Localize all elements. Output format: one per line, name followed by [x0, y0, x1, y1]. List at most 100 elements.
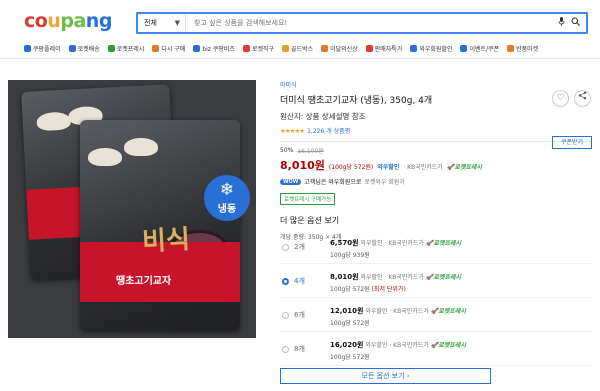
option-price: 6,570원	[330, 239, 359, 247]
option-row[interactable]: 6개 12,010원 와우할인 · KB국민카드가 🚀로켓프레시 100g당 572…	[280, 300, 592, 334]
nav-label: 와우회원할인	[419, 45, 453, 53]
option-divider	[280, 263, 592, 264]
option-price-line: 12,010원 와우할인 · KB국민카드가 🚀로켓프레시	[330, 306, 466, 316]
rocket-fresh-label: 로켓프레시	[454, 164, 482, 171]
option-radio[interactable]	[282, 278, 289, 285]
heart-icon: ♡	[556, 93, 565, 103]
card-info: · KB국민카드가	[403, 164, 443, 171]
option-radio[interactable]	[282, 244, 289, 251]
snowflake-icon: ❄	[219, 180, 235, 200]
nav-item[interactable]: 골드박스	[282, 44, 313, 53]
logo-letter: n	[85, 10, 100, 32]
package-name: 땡초고기교자	[116, 276, 172, 287]
nav-item[interactable]: 다시 구매	[152, 44, 185, 53]
coupang-logo[interactable]: coupang	[24, 10, 112, 32]
option-price: 8,010원	[330, 273, 359, 281]
discount-percent: 50%	[280, 147, 294, 154]
category-nav: 쿠팡플레이 로켓배송 로켓프레시 다시 구매 biz 쿠팡비즈 로켓직구 골드박스 이달의신상…	[0, 41, 600, 55]
nav-item[interactable]: 이달의신상	[321, 44, 358, 53]
dumpling-image	[36, 111, 72, 132]
option-row[interactable]: 2개 6,570원 와우할인 · KB국민카드가 🚀로켓프레시 100g당 939원	[280, 232, 592, 266]
nav-item[interactable]: 이벤트/쿠폰	[460, 44, 499, 53]
rocket-fresh-badge: 🚀로켓프레시	[446, 164, 482, 171]
coupon-button[interactable]: 쿠폰받기	[552, 136, 592, 149]
option-row[interactable]: 4개 8,010원 와우할인 · KB국민카드가 🚀로켓프레시 100g당 572원…	[280, 266, 592, 300]
nav-item[interactable]: 반품마켓	[507, 44, 538, 53]
nav-item[interactable]: 로켓배송	[68, 44, 100, 53]
origin-text: 원산지: 상품 상세설명 참조	[280, 112, 366, 121]
nav-icon	[460, 44, 468, 52]
search-category-select[interactable]: 전체 ▼	[138, 14, 186, 32]
nav-icon	[242, 44, 250, 52]
divider	[280, 141, 592, 142]
option-price: 16,020원	[330, 341, 364, 349]
nav-icon	[507, 44, 515, 52]
nav-label: 판매자특가	[374, 45, 403, 53]
search-icon[interactable]	[571, 17, 580, 29]
nav-icon	[193, 44, 201, 52]
share-icon	[578, 91, 587, 103]
option-row[interactable]: 8개 16,020원 와우할인 · KB국민카드가 🚀로켓프레시 100g당 572…	[280, 334, 592, 368]
share-button[interactable]	[574, 90, 591, 107]
option-unit-price: 100g당 939원	[330, 252, 370, 259]
option-qty: 2개	[294, 243, 305, 251]
nav-label: 골드박스	[291, 45, 314, 53]
logo-letter: c	[24, 10, 35, 32]
wow-badge: WOW	[280, 178, 302, 185]
member-info: 로켓와우 회원가	[364, 179, 405, 186]
nav-item[interactable]: 판매자특가	[365, 44, 403, 53]
microphone-icon[interactable]	[558, 17, 565, 29]
nav-label: 이벤트/쿠폰	[469, 45, 500, 53]
option-qty: 8개	[294, 345, 305, 353]
original-price: 16,100원	[297, 148, 324, 155]
option-lowest-label: (최저 단위가)	[371, 286, 406, 293]
option-radio[interactable]	[282, 346, 289, 353]
option-qty: 6개	[294, 311, 305, 319]
unit-price: (100g당 572원)	[328, 164, 374, 171]
product-image[interactable]: 비식 땡초고기교자 ❄ 냉동 4개	[8, 80, 256, 338]
option-rocket-label: 로켓프레시	[433, 274, 461, 281]
favorite-button[interactable]: ♡	[552, 90, 569, 107]
option-rocket-badge: 🚀로켓프레시	[430, 308, 466, 315]
nav-item[interactable]: 로켓프레시	[107, 44, 145, 53]
logo-letter: u	[47, 10, 61, 32]
package-brand: 비식	[141, 224, 191, 258]
dumpling-image	[124, 138, 158, 156]
review-count-link[interactable]: 1,226 개 상품평	[307, 126, 350, 135]
nav-item[interactable]: 쿠팡플레이	[24, 44, 61, 53]
search-input[interactable]	[186, 14, 558, 32]
price-row: 8,010원 (100g당 572원) 와우할인 · KB국민카드가 🚀로켓프레…	[280, 157, 592, 173]
nav-label: biz 쿠팡비즈	[202, 45, 235, 53]
nav-item[interactable]: biz 쿠팡비즈	[193, 44, 235, 53]
options-list: 2개 6,570원 와우할인 · KB국민카드가 🚀로켓프레시 100g당 939원…	[280, 232, 592, 368]
nav-label: 로켓배송	[77, 45, 100, 53]
all-options-button[interactable]: 모든 옵션 보기 ›	[280, 368, 491, 384]
search-bar: 전체 ▼	[136, 12, 588, 34]
nav-icon	[365, 44, 373, 52]
nav-icon	[321, 44, 329, 52]
nav-item[interactable]: 로켓직구	[242, 44, 274, 53]
rating: ★★★★★ 1,226 개 상품평	[280, 126, 592, 136]
option-rocket-label: 로켓프레시	[433, 240, 461, 247]
option-rocket-badge: 🚀로켓프레시	[425, 240, 461, 247]
nav-item[interactable]: 와우회원할인	[410, 44, 452, 53]
package-front: 비식 땡초고기교자	[80, 120, 240, 330]
fresh-purchase-badge: 로켓프레시 구매가능	[280, 193, 336, 205]
option-price-line: 8,010원 와우할인 · KB국민카드가 🚀로켓프레시	[330, 272, 461, 282]
option-rocket-badge: 🚀로켓프레시	[425, 274, 461, 281]
option-divider	[280, 365, 592, 366]
price: 8,010원	[280, 159, 325, 172]
nav-label: 쿠팡플레이	[33, 45, 61, 53]
chevron-down-icon: ▼	[174, 19, 180, 27]
option-radio[interactable]	[282, 312, 289, 319]
nav-label: 로켓프레시	[116, 45, 145, 53]
wow-text: 고객님은 와우회원으로	[304, 179, 362, 186]
option-rocket-badge: 🚀로켓프레시	[430, 342, 466, 349]
search-category-label: 전체	[144, 19, 157, 27]
nav-icon	[410, 44, 418, 52]
brand-link[interactable]: 미미식	[280, 80, 592, 89]
option-unit-line: 100g당 572원	[330, 318, 370, 327]
option-unit-line: 100g당 939원	[330, 250, 370, 259]
option-price: 12,010원	[330, 307, 364, 315]
option-unit-price: 100g당 572원	[330, 354, 370, 361]
